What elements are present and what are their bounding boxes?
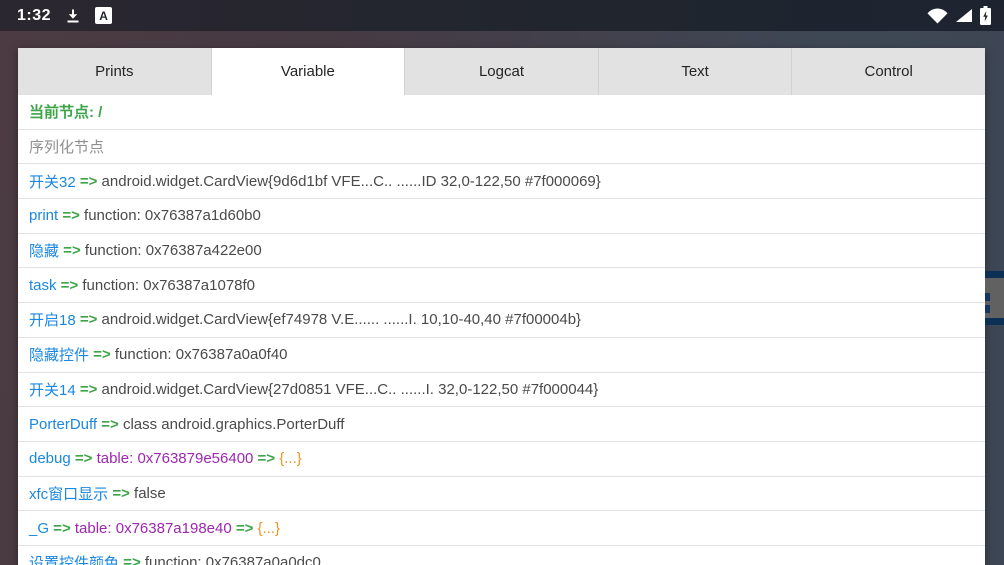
download-icon [65,8,81,24]
row-segment: => [71,450,97,467]
status-bar-right [927,6,1004,25]
row-segment: 隐藏控件 [29,344,89,365]
row-segment: 序列化节点 [29,136,104,157]
peek-handle-dot [985,293,990,301]
row-segment: => [59,242,85,259]
peek-handle-dot [985,305,990,313]
list-item[interactable]: task => function: 0x76387a1078f0 [18,268,985,303]
row-segment: 开关14 [29,379,76,400]
signal-icon [956,9,972,22]
row-segment: debug [29,450,71,467]
row-segment: 隐藏 [29,240,59,261]
peek-body [985,278,1004,318]
row-segment: => [119,554,145,565]
row-segment: => [76,381,102,398]
wifi-icon [927,8,948,24]
list-item[interactable]: 隐藏控件 => function: 0x76387a0a0f40 [18,338,985,373]
list-item[interactable]: 开启18 => android.widget.CardView{ef74978 … [18,303,985,338]
debug-panel: Prints Variable Logcat Text Control 当前节点… [18,48,985,565]
row-segment: => [89,346,115,363]
list-item[interactable]: 当前节点: / [18,95,985,130]
list-item[interactable]: 隐藏 => function: 0x76387a422e00 [18,234,985,269]
row-segment: => [57,277,83,294]
list-item[interactable]: 设置控件颜色 => function: 0x76387a0a0dc0 [18,546,985,565]
status-bar-left: 1:32 A [0,7,112,25]
floating-window-edge-peek[interactable] [985,271,1004,325]
row-segment: 当前节点: / [29,101,102,122]
row-segment: xfc窗口显示 [29,483,108,504]
row-segment: {...} [258,520,281,537]
tab-bar: Prints Variable Logcat Text Control [18,48,985,95]
letter-a-icon: A [95,7,112,24]
row-segment: function: 0x76387a422e00 [85,242,262,259]
peek-top-bar [985,271,1004,278]
row-segment: => [253,450,279,467]
tab-logcat[interactable]: Logcat [405,48,599,95]
clock: 1:32 [17,7,51,25]
row-segment: task [29,277,57,294]
status-bar: 1:32 A [0,0,1004,31]
tab-text[interactable]: Text [599,48,793,95]
list-item[interactable]: _G => table: 0x76387a198e40 => {...} [18,511,985,546]
tab-control[interactable]: Control [792,48,985,95]
row-segment: {...} [279,450,302,467]
row-segment: => [97,416,123,433]
row-segment: => [232,520,258,537]
row-segment: _G [29,520,49,537]
row-segment: => [76,173,102,190]
list-item[interactable]: print => function: 0x76387a1d60b0 [18,199,985,234]
row-segment: print [29,207,58,224]
row-segment: => [58,207,84,224]
row-segment: table: 0x76387a198e40 [75,520,232,537]
list-item[interactable]: 序列化节点 [18,130,985,165]
list-item[interactable]: debug => table: 0x763879e56400 => {...} [18,442,985,477]
row-segment: function: 0x76387a0a0dc0 [145,554,321,565]
row-segment: 开关32 [29,171,76,192]
variable-list: 当前节点: / 序列化节点开关32 => android.widget.CardV… [18,95,985,565]
row-segment: 开启18 [29,309,76,330]
row-segment: => [49,520,75,537]
tab-prints[interactable]: Prints [18,48,212,95]
row-segment: 设置控件颜色 [29,552,119,565]
row-segment: android.widget.CardView{ef74978 V.E.....… [102,311,582,328]
row-segment: => [108,485,134,502]
list-item[interactable]: PorterDuff => class android.graphics.Por… [18,407,985,442]
list-item[interactable]: xfc窗口显示 => false [18,477,985,512]
row-segment: function: 0x76387a1d60b0 [84,207,261,224]
row-segment: false [134,485,166,502]
list-item[interactable]: 开关32 => android.widget.CardView{9d6d1bf … [18,164,985,199]
row-segment: class android.graphics.PorterDuff [123,416,345,433]
row-segment: function: 0x76387a0a0f40 [115,346,288,363]
row-segment: => [76,311,102,328]
row-segment: android.widget.CardView{9d6d1bf VFE...C.… [102,173,601,190]
row-segment: function: 0x76387a1078f0 [82,277,255,294]
row-segment: PorterDuff [29,416,97,433]
android-screen: 1:32 A [0,0,1004,565]
list-item[interactable]: 开关14 => android.widget.CardView{27d0851 … [18,373,985,408]
battery-charging-icon [980,6,991,25]
peek-bottom-bar [985,318,1004,325]
row-segment: android.widget.CardView{27d0851 VFE...C.… [102,381,599,398]
row-segment: table: 0x763879e56400 [97,450,254,467]
tab-variable[interactable]: Variable [212,48,406,95]
